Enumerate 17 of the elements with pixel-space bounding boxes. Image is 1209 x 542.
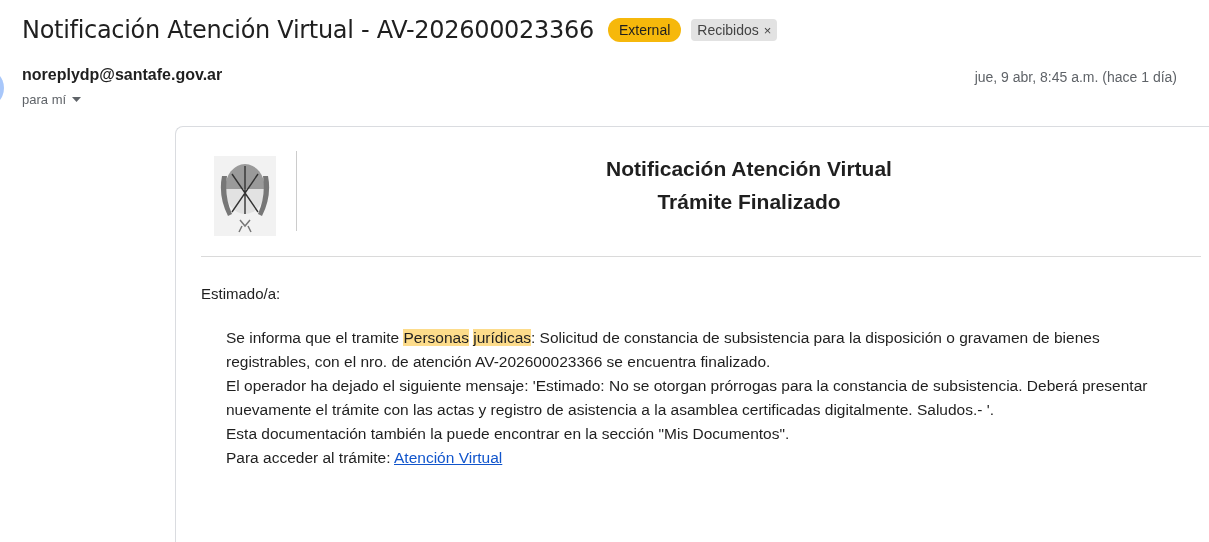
external-badge: External xyxy=(607,18,682,42)
paragraph: El operador ha dejado el siguiente mensaje: 'Estimado: No se otorgan prórrogas para la constancia de subsistencia. Deberá presentar nuevamente el trámite con las actas y registro de asistencia a la asamblea certificadas digitalmente. Saludos.- '. xyxy=(226,376,1149,420)
sender-address: noreplydp@santafe.gov.ar xyxy=(22,66,224,84)
link[interactable]: Atención Virtual xyxy=(394,449,503,466)
close-icon[interactable]: × xyxy=(763,22,772,38)
paragraph: Para acceder al trámite: xyxy=(226,449,392,466)
subject-title: Notificación Atención Virtual - AV-202600023366 xyxy=(22,16,594,44)
greeting: Estimado/a: xyxy=(201,285,282,302)
message-date: jue, 9 abr, 8:45 a.m. (hace 1 día) xyxy=(974,69,1177,85)
emblem-icon xyxy=(214,156,276,236)
heading: Notificación Atención Virtual xyxy=(606,157,892,181)
recipient-dropdown[interactable]: para mí xyxy=(22,92,975,107)
paragraph: Se informa que el tramite Personas jurídicas: Solicitud de constancia de subsistencia para la disposición o gravamen de bienes registrables, con el nro. de atención AV-202600023366 se encuentra finalizado. xyxy=(226,328,1101,372)
heading: Trámite Finalizado xyxy=(657,190,841,214)
paragraph: Esta documentación también la puede encontrar en la sección "Mis Documentos". xyxy=(226,424,791,444)
label-chip[interactable]: Recibidos × xyxy=(691,19,778,41)
caret-icon xyxy=(72,97,82,102)
